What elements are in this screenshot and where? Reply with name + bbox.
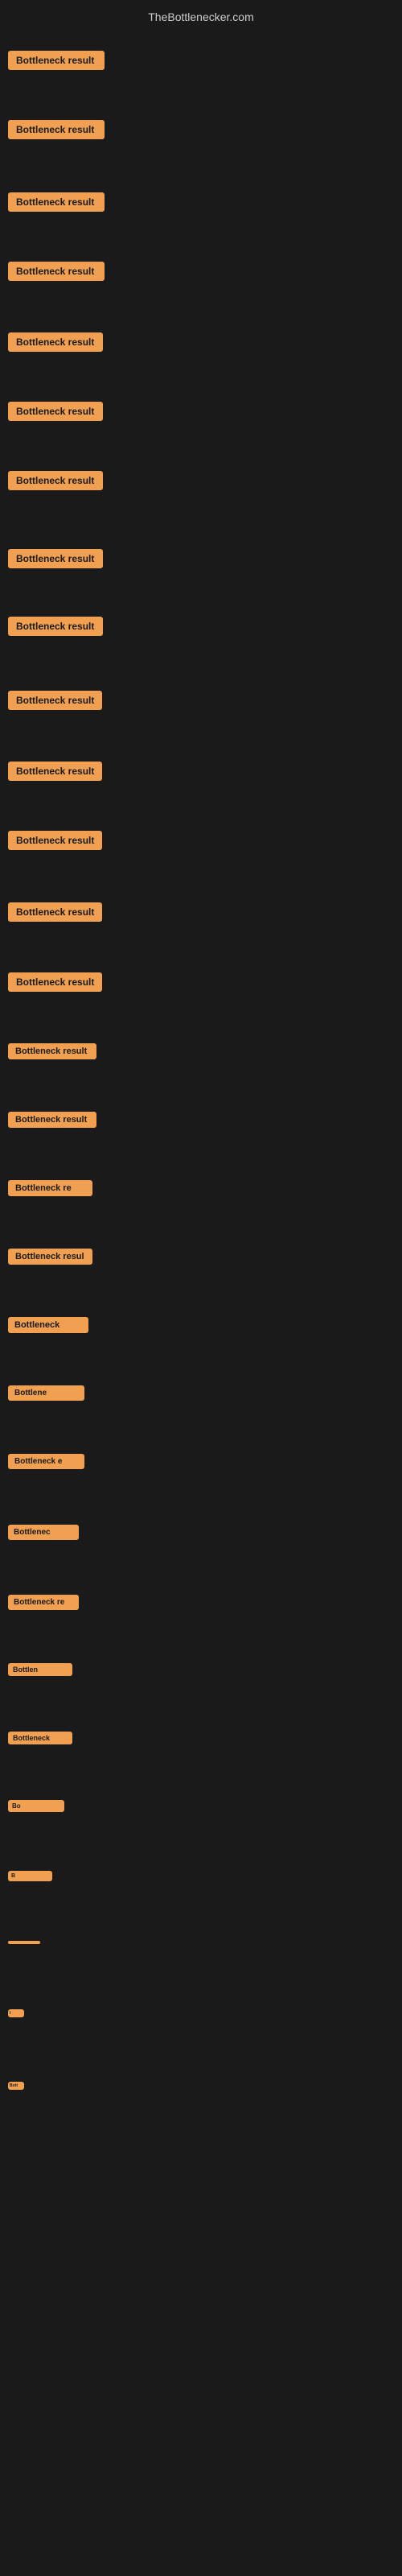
bottleneck-badge: Bottleneck result: [8, 691, 102, 710]
list-item: Bottleneck result: [0, 46, 113, 75]
list-item: Bottleneck result: [0, 466, 111, 495]
list-item: Bottleneck result: [0, 1038, 105, 1064]
list-item: Bottlene: [0, 1381, 92, 1406]
bottleneck-badge: Bottleneck result: [8, 1043, 96, 1059]
bottleneck-badge: Bottlen: [8, 1663, 72, 1676]
bottleneck-badge: Bott: [8, 2082, 24, 2090]
list-item: Bottlen: [0, 1658, 80, 1681]
bottleneck-badge: Bottleneck result: [8, 831, 102, 850]
bottleneck-badge: [8, 1941, 40, 1944]
bottleneck-badge: Bo: [8, 1800, 64, 1812]
list-item: Bottleneck result: [0, 686, 110, 715]
bottleneck-badge: Bottleneck: [8, 1732, 72, 1744]
bottleneck-badge: Bottleneck result: [8, 262, 105, 281]
list-item: Bottleneck result: [0, 826, 110, 855]
bottleneck-badge: B: [8, 1871, 52, 1881]
bottleneck-badge: Bottleneck: [8, 1317, 88, 1333]
list-item: Bottleneck result: [0, 115, 113, 144]
site-title: TheBottlenecker.com: [0, 4, 402, 30]
list-item: Bottleneck result: [0, 397, 111, 426]
bottleneck-badge: Bottleneck result: [8, 972, 102, 992]
list-item: Bottleneck e: [0, 1449, 92, 1474]
list-item: Bottleneck result: [0, 612, 111, 641]
bottleneck-badge: Bottleneck result: [8, 51, 105, 70]
bottleneck-badge: Bottleneck result: [8, 120, 105, 139]
list-item: Bottleneck result: [0, 328, 111, 357]
bottleneck-badge: Bottleneck result: [8, 617, 103, 636]
list-item: Bottleneck result: [0, 757, 110, 786]
list-item: Bottleneck re: [0, 1590, 87, 1615]
bottleneck-badge: I: [8, 2009, 24, 2017]
bottleneck-badge: Bottleneck result: [8, 471, 103, 490]
list-item: I: [0, 2004, 32, 2022]
list-item: Bo: [0, 1795, 72, 1817]
list-item: Bottleneck re: [0, 1175, 100, 1201]
page-container: TheBottlenecker.com Bottleneck result Bot…: [0, 0, 402, 2576]
list-item: B: [0, 1866, 60, 1886]
bottleneck-badge: Bottleneck result: [8, 1112, 96, 1128]
list-item: Bottleneck result: [0, 188, 113, 217]
bottleneck-badge: Bottlene: [8, 1385, 84, 1401]
list-item: Bottlenec: [0, 1520, 87, 1545]
bottleneck-badge: Bottleneck result: [8, 902, 102, 922]
bottleneck-badge: Bottleneck e: [8, 1454, 84, 1469]
list-item: Bottleneck result: [0, 968, 110, 997]
bottleneck-badge: Bottleneck re: [8, 1180, 92, 1196]
list-item: [0, 1936, 48, 1949]
list-item: Bottleneck: [0, 1727, 80, 1749]
list-item: Bottleneck result: [0, 544, 111, 573]
bottleneck-badge: Bottleneck result: [8, 192, 105, 212]
bottleneck-badge: Bottleneck result: [8, 402, 103, 421]
bottleneck-badge: Bottlenec: [8, 1525, 79, 1540]
list-item: Bottleneck resul: [0, 1244, 100, 1269]
bottleneck-badge: Bottleneck result: [8, 549, 103, 568]
list-item: Bottleneck: [0, 1312, 96, 1338]
list-item: Bottleneck result: [0, 1107, 105, 1133]
bottleneck-badge: Bottleneck re: [8, 1595, 79, 1610]
list-item: Bott: [0, 2077, 32, 2095]
list-item: Bottleneck result: [0, 898, 110, 927]
bottleneck-badge: Bottleneck result: [8, 332, 103, 352]
list-item: Bottleneck result: [0, 257, 113, 286]
bottleneck-badge: Bottleneck result: [8, 762, 102, 781]
bottleneck-badge: Bottleneck resul: [8, 1249, 92, 1265]
